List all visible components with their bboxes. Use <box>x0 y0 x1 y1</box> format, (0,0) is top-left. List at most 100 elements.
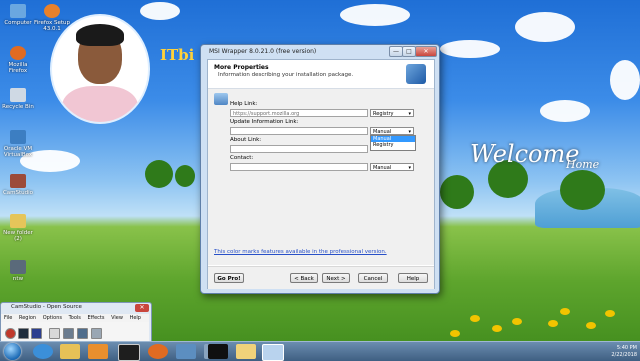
minimize-button[interactable]: — <box>389 46 403 57</box>
menu-effects[interactable]: Effects <box>88 315 105 321</box>
professional-version-note[interactable]: This color marks features available in t… <box>214 249 387 255</box>
update-info-mode-select[interactable]: Manual ▾ <box>370 127 414 135</box>
menu-file[interactable]: File <box>4 315 12 321</box>
camstudio-window: CamStudio - Open Source ✕ File Region Op… <box>0 302 152 344</box>
mode-dropdown-list: Manual Registry <box>370 135 416 151</box>
wizard-logo-icon <box>406 64 426 84</box>
settings-icon[interactable] <box>91 328 102 339</box>
cloud <box>340 4 410 26</box>
desktop-icon-mozilla-firefox[interactable]: Mozilla Firefox <box>0 46 36 74</box>
flower <box>560 308 570 315</box>
stop-icon[interactable] <box>31 328 42 339</box>
desktop-icon-new-folder[interactable]: New folder (2) <box>0 214 36 242</box>
firefox-setup-icon <box>44 4 60 18</box>
flower <box>586 322 596 329</box>
select-value: Registry <box>373 111 394 117</box>
menu-view[interactable]: View <box>111 315 123 321</box>
wizard-content: More Properties Information describing y… <box>207 59 435 289</box>
desktop-icon-label: ntw <box>12 276 24 282</box>
menu-options[interactable]: Options <box>43 315 62 321</box>
desktop-icon-label: CamStudio <box>2 190 34 196</box>
msi-wrapper-window: MSI Wrapper 8.0.21.0 (free version) — □ … <box>200 44 440 294</box>
image-viewer-icon[interactable] <box>118 344 140 361</box>
flower <box>450 330 460 337</box>
desktop-icon-computer[interactable]: Computer <box>0 4 36 26</box>
msi-wrapper-icon[interactable] <box>262 344 284 361</box>
desktop-icon-recycle-bin[interactable]: Recycle Bin <box>0 88 36 110</box>
cloud <box>440 40 500 58</box>
desktop-icon-label: Firefox Setup 43.0.1 <box>34 20 70 32</box>
flower <box>470 315 480 322</box>
menu-tools[interactable]: Tools <box>69 315 81 321</box>
terminal-icon[interactable] <box>208 344 228 359</box>
desktop-icon-firefox-setup[interactable]: Firefox Setup 43.0.1 <box>34 4 70 32</box>
record-icon[interactable] <box>5 328 16 339</box>
camstudio-close-button[interactable]: ✕ <box>135 304 149 312</box>
media-player-icon[interactable] <box>88 344 108 359</box>
welcome-subtext: Home <box>566 158 600 171</box>
desktop-icon-label: New folder (2) <box>3 230 33 242</box>
start-button[interactable] <box>4 343 21 360</box>
desktop-icon-label: Recycle Bin <box>2 104 34 110</box>
close-button[interactable]: ✕ <box>415 46 437 57</box>
profile-avatar <box>52 16 148 122</box>
camstudio-menubar: File Region Options Tools Effects View H… <box>1 314 149 322</box>
camstudio-icon <box>10 174 26 188</box>
region-icon[interactable] <box>49 328 60 339</box>
clock-date[interactable]: 2/22/2018 <box>611 352 637 358</box>
recycle-bin-icon <box>10 88 26 102</box>
next-button[interactable]: Next > <box>322 273 350 283</box>
welcome-text: Welcome <box>470 140 580 168</box>
go-pro-button[interactable]: Go Pro! <box>214 273 244 283</box>
desktop-icon-virtualbox[interactable]: Oracle VM VirtualBox <box>0 130 36 158</box>
folder-icon <box>10 214 26 228</box>
wizard-header: More Properties Information describing y… <box>208 60 434 89</box>
tree <box>145 160 173 188</box>
annotation-icon[interactable] <box>63 328 74 339</box>
dropdown-option-registry[interactable]: Registry <box>371 142 415 148</box>
clock-time[interactable]: 5:40 PM <box>617 345 637 351</box>
camstudio-toolbar <box>1 322 149 342</box>
pause-icon[interactable] <box>18 328 29 339</box>
desktop-icon-camstudio[interactable]: CamStudio <box>0 174 36 196</box>
system-tray: 5:40 PM 2/22/2018 <box>577 344 637 359</box>
update-info-input[interactable] <box>230 127 368 135</box>
chevron-down-icon: ▾ <box>408 111 411 117</box>
folder-icon[interactable] <box>60 344 80 359</box>
explorer-icon[interactable] <box>236 344 256 359</box>
remote-desktop-icon[interactable] <box>176 344 196 359</box>
desktop-icon-label: Mozilla Firefox <box>8 62 28 74</box>
contact-label: Contact: <box>230 155 254 161</box>
menu-help[interactable]: Help <box>130 315 141 321</box>
tree <box>175 165 195 187</box>
back-button[interactable]: < Back <box>290 273 318 283</box>
firefox-icon <box>10 46 26 60</box>
info-icon <box>214 93 228 105</box>
audio-icon[interactable] <box>77 328 88 339</box>
cancel-button[interactable]: Cancel <box>358 273 388 283</box>
contact-mode-select[interactable]: Manual ▾ <box>370 163 414 171</box>
firefox-icon[interactable] <box>148 344 168 359</box>
branding-text: ITbi <box>160 46 195 64</box>
menu-region[interactable]: Region <box>19 315 36 321</box>
taskbar: 5:40 PM 2/22/2018 <box>0 341 640 361</box>
network-file-icon <box>10 260 26 274</box>
wizard-footer: Go Pro! < Back Next > Cancel Help <box>208 266 434 289</box>
camstudio-title: CamStudio - Open Source <box>11 304 82 310</box>
desktop-icon-ntw[interactable]: ntw <box>0 260 36 282</box>
contact-input[interactable] <box>230 163 368 171</box>
cloud <box>540 100 590 122</box>
maximize-button[interactable]: □ <box>402 46 416 57</box>
help-link-input[interactable]: https://support.mozilla.org <box>230 109 368 117</box>
tree <box>440 175 474 209</box>
flower <box>605 310 615 317</box>
ie-icon[interactable] <box>33 344 53 359</box>
help-button[interactable]: Help <box>398 273 428 283</box>
tree <box>560 170 605 210</box>
flower <box>492 325 502 332</box>
header-subtitle: Information describing your installation… <box>218 72 354 78</box>
window-title: MSI Wrapper 8.0.21.0 (free version) <box>209 48 317 55</box>
about-link-input[interactable] <box>230 145 368 153</box>
help-link-label: Help Link: <box>230 101 258 107</box>
help-link-mode-select[interactable]: Registry ▾ <box>370 109 414 117</box>
